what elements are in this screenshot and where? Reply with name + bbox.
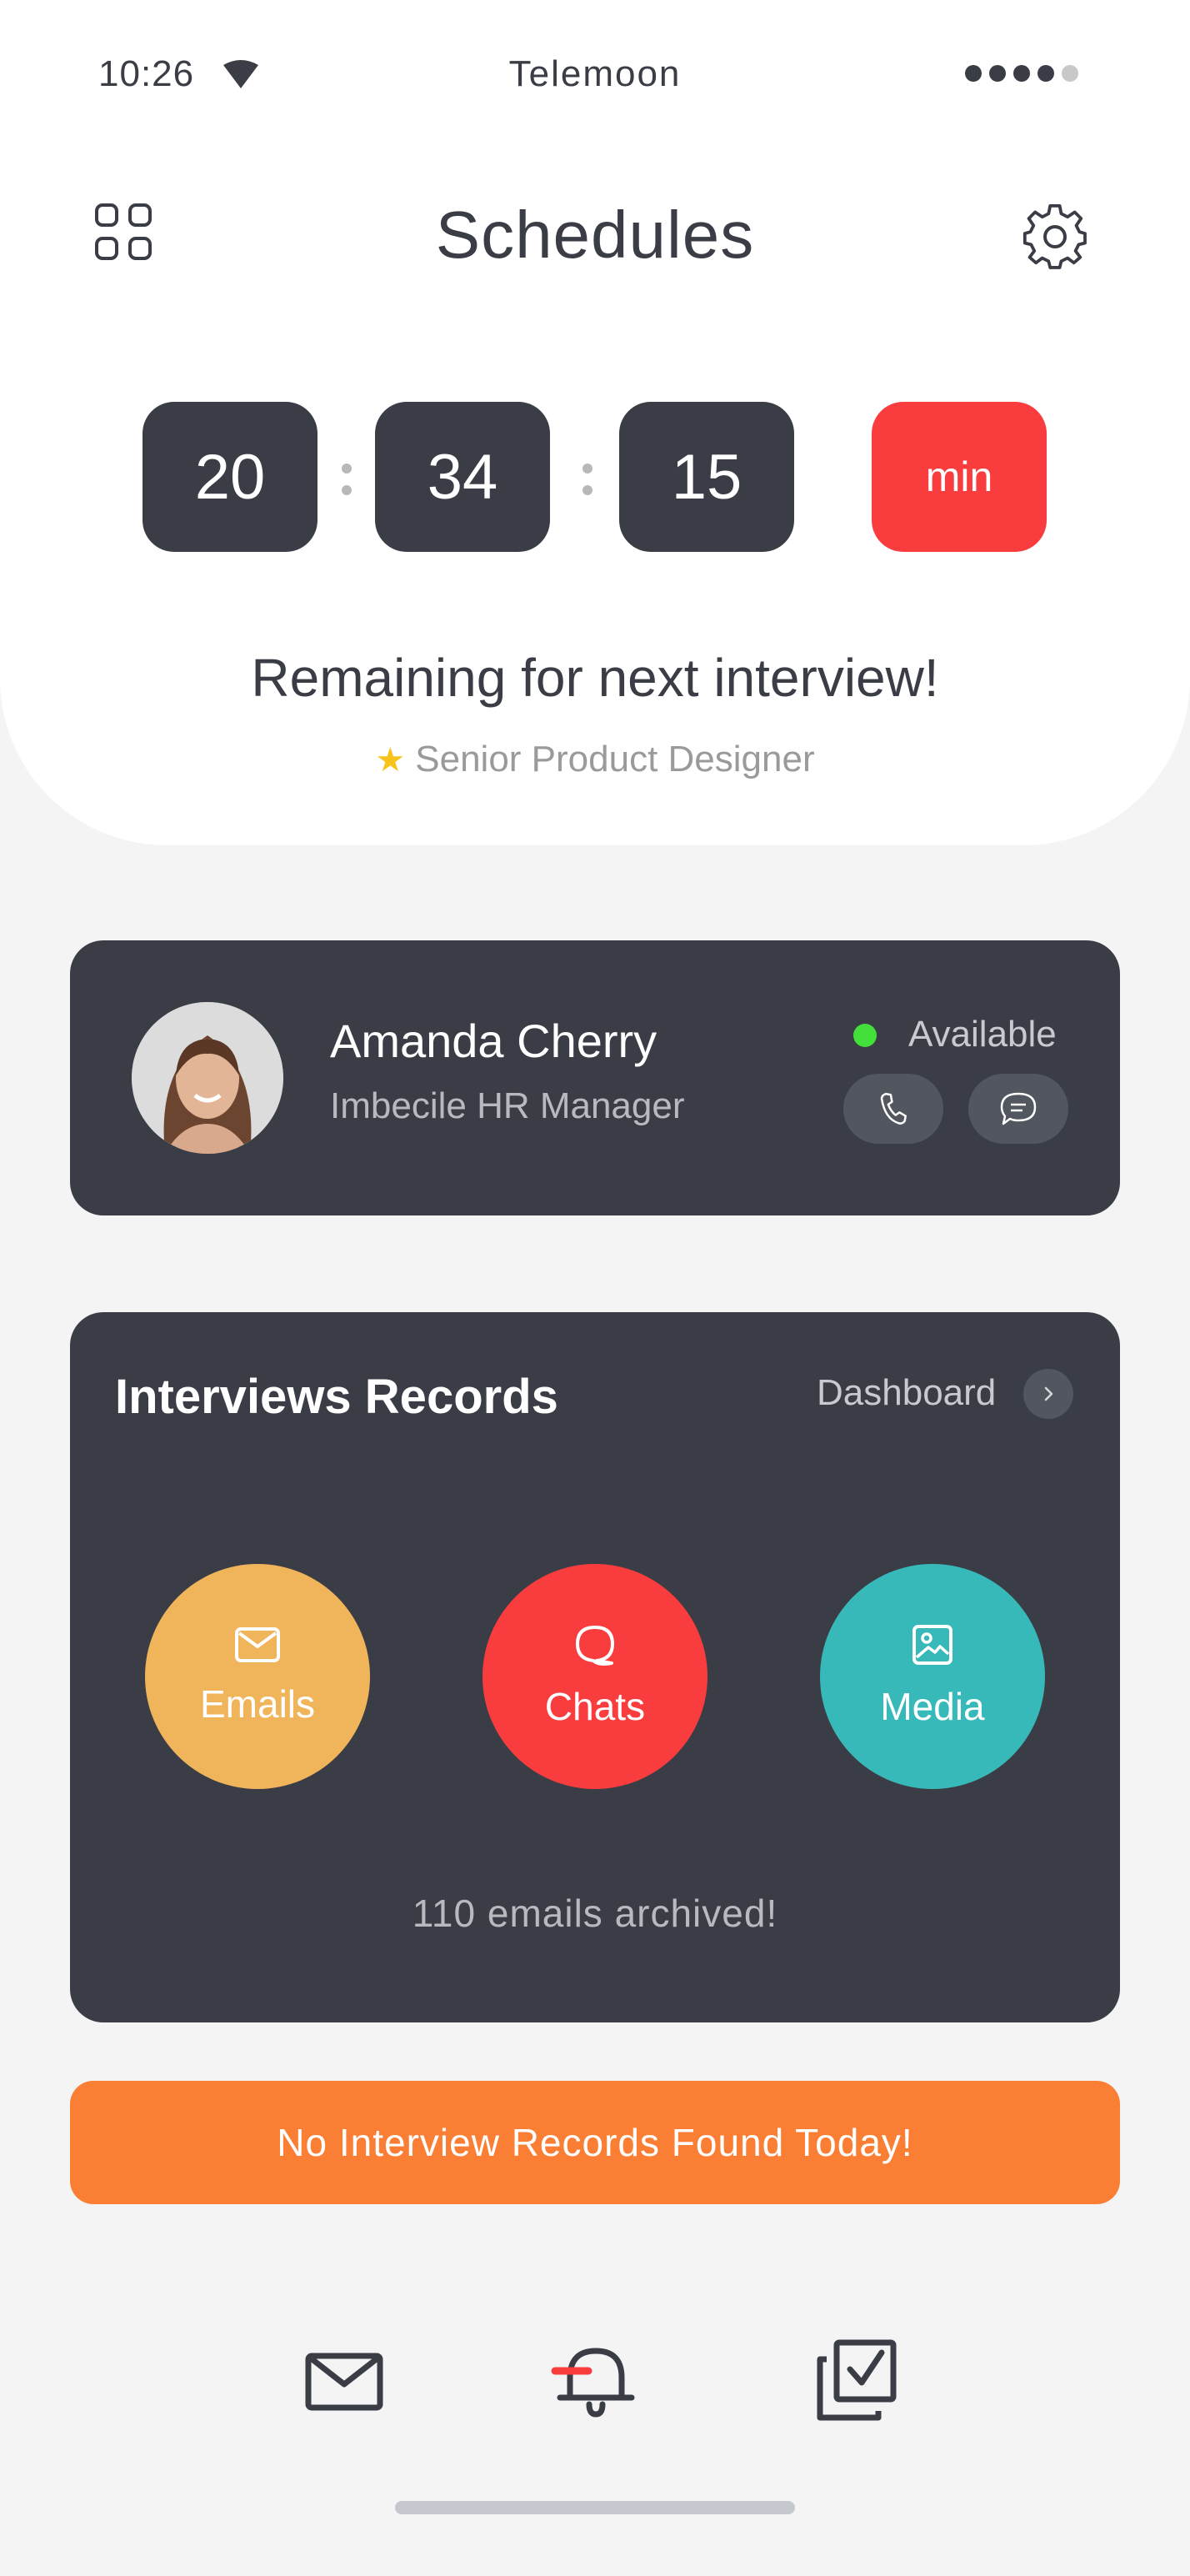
tasks-nav-icon[interactable]: [810, 2334, 902, 2426]
star-icon: ★: [375, 742, 406, 779]
contact-title: Imbecile HR Manager: [330, 1085, 685, 1126]
bell-nav-icon[interactable]: [550, 2334, 642, 2426]
page-title: Schedules: [435, 198, 755, 272]
chats-label: Chats: [544, 1685, 646, 1728]
signal-icon: [965, 65, 1078, 82]
chat-bubble-icon: [1000, 1092, 1037, 1125]
timer-unit-button[interactable]: min: [872, 402, 1047, 552]
chevron-right-icon[interactable]: [1023, 1369, 1073, 1419]
emails-button[interactable]: Emails: [145, 1564, 370, 1789]
media-label: Media: [880, 1685, 985, 1728]
online-status-dot: [853, 1024, 877, 1047]
no-records-banner[interactable]: No Interview Records Found Today!: [70, 2081, 1120, 2204]
interview-role: ★ Senior Product Designer: [0, 739, 1190, 780]
emails-label: Emails: [199, 1682, 316, 1726]
avatar: [132, 1002, 283, 1154]
contact-name: Amanda Cherry: [330, 1015, 658, 1067]
archive-summary: 110 emails archived!: [412, 1892, 778, 1935]
timer-seconds: 15: [619, 402, 794, 552]
timer-separator: [582, 464, 592, 495]
media-button[interactable]: Media: [820, 1564, 1045, 1789]
records-title: Interviews Records: [115, 1370, 558, 1424]
call-button[interactable]: [843, 1074, 943, 1144]
timer-minutes: 34: [375, 402, 550, 552]
timer-hours: 20: [142, 402, 318, 552]
phone-icon: [880, 1092, 907, 1125]
message-button[interactable]: [968, 1074, 1068, 1144]
contact-card[interactable]: Amanda Cherry Imbecile HR Manager Availa…: [70, 940, 1120, 1215]
mail-nav-icon[interactable]: [298, 2334, 390, 2426]
timer-separator: [342, 464, 352, 495]
envelope-icon: [235, 1627, 280, 1662]
chats-button[interactable]: Chats: [482, 1564, 708, 1789]
interview-records-card: Interviews Records Dashboard Emails Chat…: [70, 1312, 1120, 2022]
interview-role-label: Senior Product Designer: [415, 739, 815, 779]
countdown-headline: Remaining for next interview!: [251, 648, 939, 708]
dashboard-link[interactable]: Dashboard: [817, 1372, 996, 1414]
chat-icon: [576, 1626, 614, 1666]
availability-status: Available: [908, 1014, 1057, 1055]
gear-icon[interactable]: [1022, 203, 1088, 270]
home-indicator[interactable]: [395, 2501, 795, 2514]
image-icon: [912, 1625, 952, 1665]
